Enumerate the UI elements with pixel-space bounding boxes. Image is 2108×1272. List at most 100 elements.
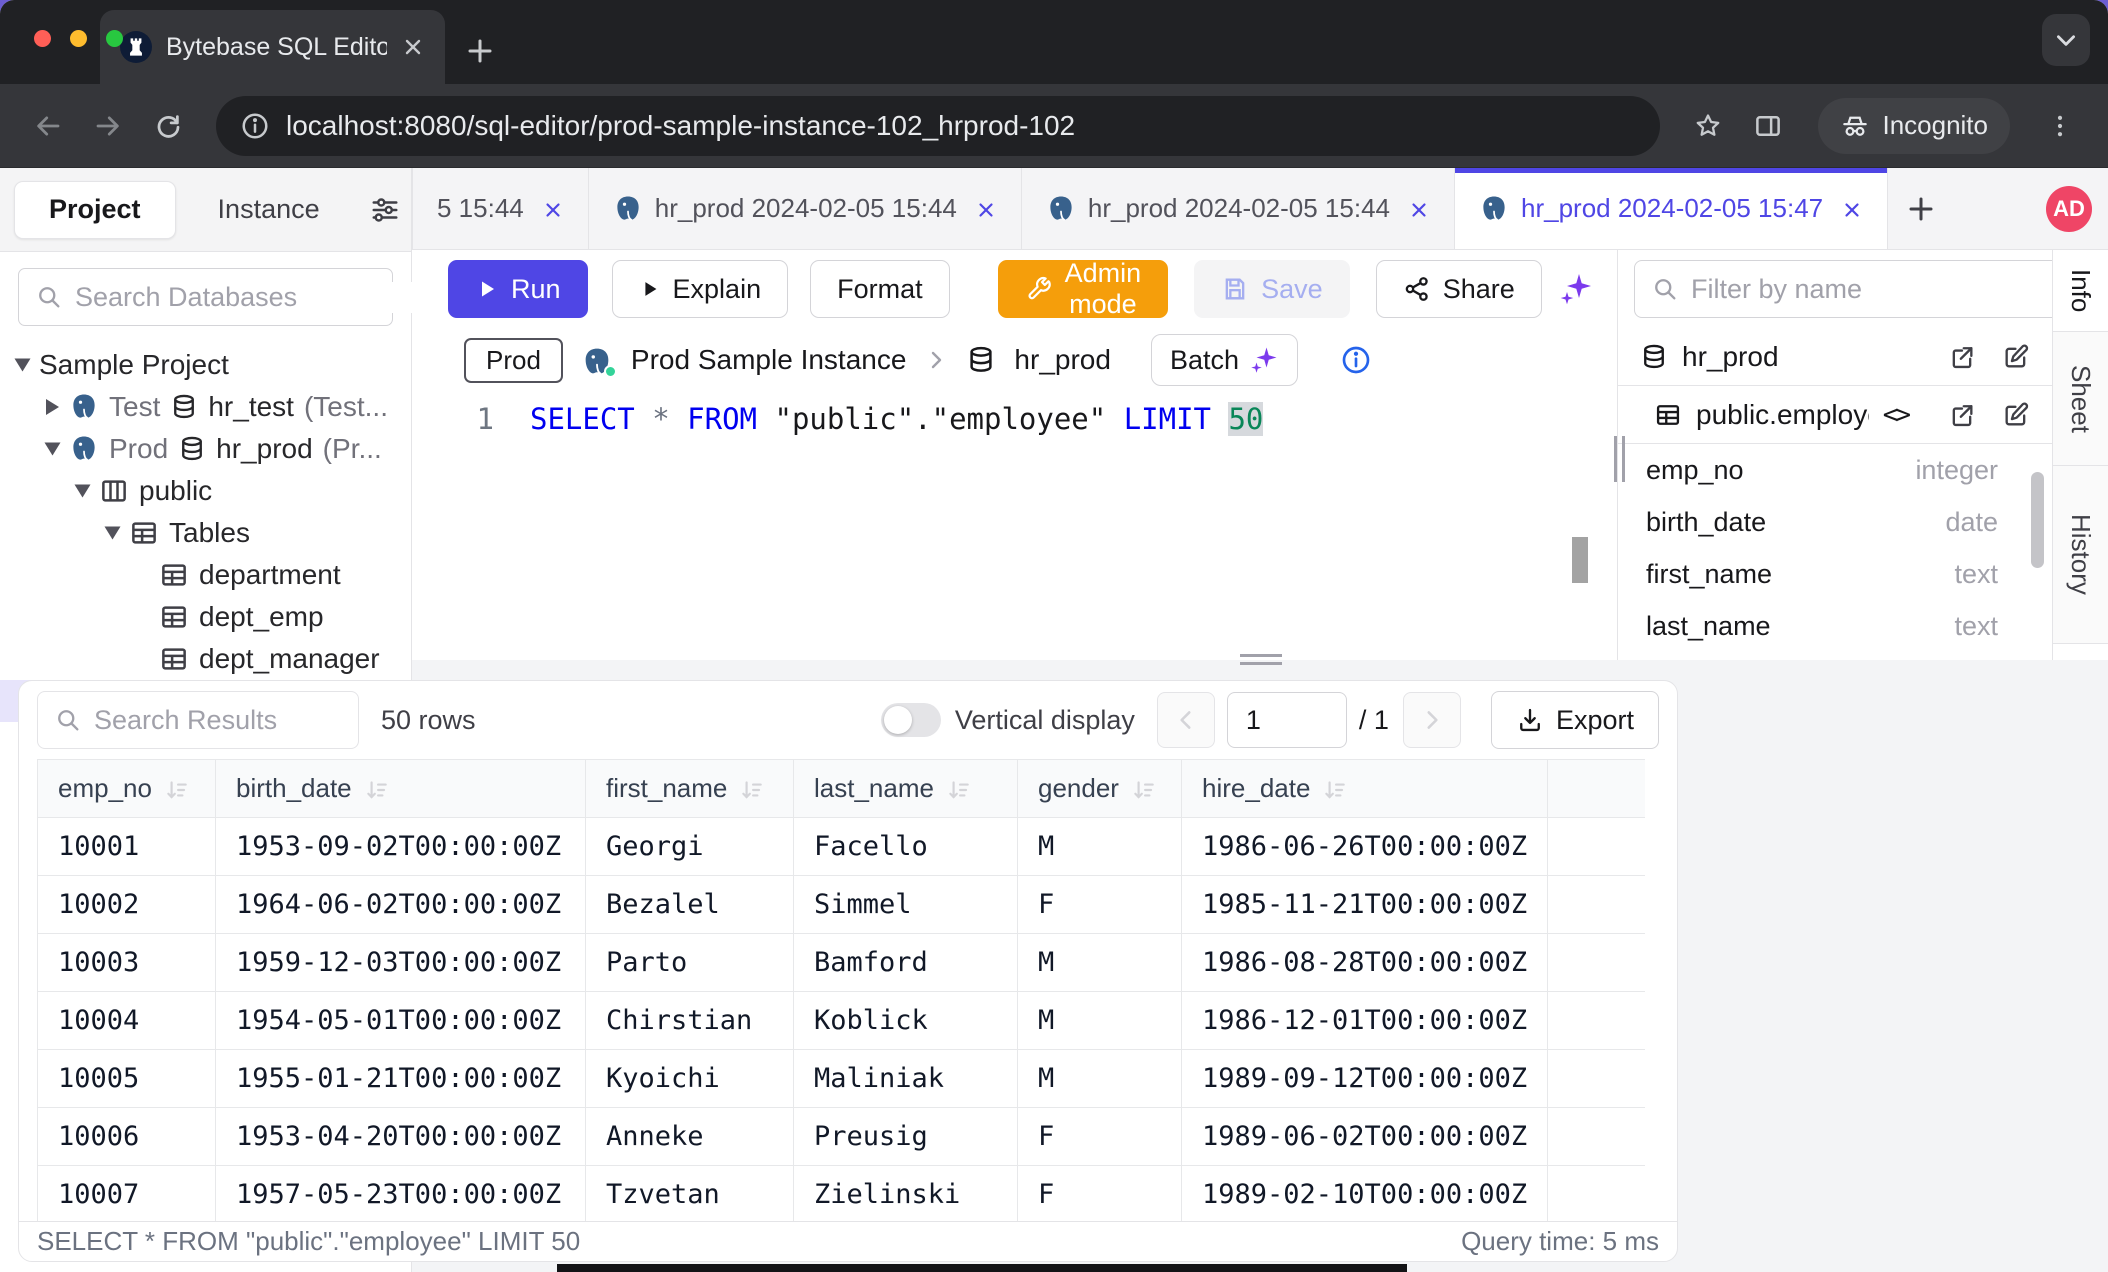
vertical-display-toggle[interactable] (881, 703, 941, 737)
edit-icon[interactable] (2002, 343, 2030, 371)
database-name[interactable]: hr_prod (1014, 344, 1111, 376)
table-cell[interactable]: 10002 (38, 876, 216, 934)
schema-filter[interactable] (1634, 260, 2052, 318)
close-tab-icon[interactable] (1408, 193, 1430, 224)
table-cell[interactable]: Kyoichi (586, 1050, 794, 1108)
panel-table-row[interactable]: public.employee <> (1618, 386, 2052, 444)
table-cell[interactable]: 10007 (38, 1166, 216, 1222)
prev-page-button[interactable] (1157, 692, 1215, 748)
table-cell[interactable]: 10004 (38, 992, 216, 1050)
column-header-emp_no[interactable]: emp_no (38, 760, 216, 818)
export-button[interactable]: Export (1491, 691, 1659, 749)
table-cell[interactable]: 10003 (38, 934, 216, 992)
table-cell[interactable]: Zielinski (794, 1166, 1018, 1222)
column-header-gender[interactable]: gender (1018, 760, 1182, 818)
column-header-last_name[interactable]: last_name (794, 760, 1018, 818)
table-cell[interactable]: Maliniak (794, 1050, 1018, 1108)
tree-item-dept_emp[interactable]: dept_emp (0, 596, 411, 638)
side-tab-history[interactable]: History (2053, 466, 2108, 644)
table-cell[interactable]: M (1018, 1050, 1182, 1108)
browser-tab[interactable]: Bytebase SQL Editor (100, 10, 445, 84)
table-cell[interactable]: Bezalel (586, 876, 794, 934)
open-external-icon[interactable] (1948, 343, 1976, 371)
editor-tab-0[interactable]: 5 15:44 (412, 168, 589, 249)
table-cell[interactable]: M (1018, 818, 1182, 876)
table-cell[interactable]: Tzvetan (586, 1166, 794, 1222)
tree-item-department[interactable]: department (0, 554, 411, 596)
minimize-window-button[interactable] (70, 30, 87, 47)
column-row-birth_date[interactable]: birth_datedate (1618, 496, 2052, 548)
column-header-first_name[interactable]: first_name (586, 760, 794, 818)
table-cell[interactable]: 1985-11-21T00:00:00Z (1182, 876, 1548, 934)
table-cell[interactable]: 1954-05-01T00:00:00Z (216, 992, 586, 1050)
tree-item-hr_prod[interactable]: Prodhr_prod(Pr... (0, 428, 411, 470)
table-cell[interactable]: Anneke (586, 1108, 794, 1166)
sql-editor[interactable]: 1SELECT * FROM "public"."employee" LIMIT… (412, 392, 1617, 436)
page-number-input[interactable] (1227, 692, 1347, 748)
table-row[interactable]: 100041954-05-01T00:00:00ZChirstianKoblic… (38, 992, 1646, 1050)
bookmark-star-icon[interactable] (1682, 100, 1734, 152)
table-cell[interactable]: Bamford (794, 934, 1018, 992)
table-cell[interactable]: 1986-08-28T00:00:00Z (1182, 934, 1548, 992)
new-tab-button[interactable] (465, 36, 495, 66)
side-panel-icon[interactable] (1742, 100, 1794, 152)
table-cell[interactable]: 1953-09-02T00:00:00Z (216, 818, 586, 876)
table-cell[interactable]: M (1018, 934, 1182, 992)
database-search[interactable] (18, 268, 393, 326)
browser-menu-icon[interactable] (2034, 100, 2086, 152)
info-icon[interactable] (1340, 344, 1372, 376)
sql-code-line[interactable]: SELECT * FROM "public"."employee" LIMIT … (530, 402, 1263, 436)
open-external-icon[interactable] (1948, 401, 1976, 429)
editor-tab-1[interactable]: hr_prod 2024-02-05 15:44 (589, 168, 1022, 249)
close-tab-icon[interactable] (1841, 193, 1863, 224)
caret-down-icon[interactable] (45, 443, 61, 456)
table-cell[interactable]: 1964-06-02T00:00:00Z (216, 876, 586, 934)
editor-tab-3[interactable]: hr_prod 2024-02-05 15:47 (1455, 168, 1888, 249)
macos-window-controls[interactable] (34, 30, 123, 47)
column-header-birth_date[interactable]: birth_date (216, 760, 586, 818)
ai-assistant-button[interactable] (1558, 271, 1594, 307)
table-cell[interactable]: 1989-06-02T00:00:00Z (1182, 1108, 1548, 1166)
close-tab-icon[interactable] (975, 193, 997, 224)
table-cell[interactable]: 1953-04-20T00:00:00Z (216, 1108, 586, 1166)
save-button[interactable]: Save (1194, 260, 1350, 318)
table-cell[interactable]: Koblick (794, 992, 1018, 1050)
table-cell[interactable]: Georgi (586, 818, 794, 876)
url-text[interactable]: localhost:8080/sql-editor/prod-sample-in… (286, 110, 1075, 142)
next-page-button[interactable] (1403, 692, 1461, 748)
tree-item-Tables[interactable]: Tables (0, 512, 411, 554)
table-row[interactable]: 100061953-04-20T00:00:00ZAnnekePreusigF1… (38, 1108, 1646, 1166)
table-cell[interactable]: 10006 (38, 1108, 216, 1166)
forward-button[interactable] (82, 100, 134, 152)
table-cell[interactable]: Facello (794, 818, 1018, 876)
tree-item-hr_test[interactable]: Testhr_test(Test... (0, 386, 411, 428)
column-row-emp_no[interactable]: emp_nointeger (1618, 444, 2052, 496)
admin-mode-button[interactable]: Admin mode (998, 260, 1169, 318)
new-sheet-button[interactable] (1888, 168, 1954, 249)
table-row[interactable]: 100011953-09-02T00:00:00ZGeorgiFacelloM1… (38, 818, 1646, 876)
table-cell[interactable]: Simmel (794, 876, 1018, 934)
table-cell[interactable]: 1955-01-21T00:00:00Z (216, 1050, 586, 1108)
table-cell[interactable]: 10005 (38, 1050, 216, 1108)
column-row-last_name[interactable]: last_nametext (1618, 600, 2052, 652)
table-row[interactable]: 100051955-01-21T00:00:00ZKyoichiMaliniak… (38, 1050, 1646, 1108)
panel-scrollbar[interactable] (2031, 472, 2044, 568)
panel-resize-handle[interactable] (1614, 436, 1625, 482)
schema-filter-input[interactable] (1691, 274, 2045, 305)
caret-down-icon[interactable] (15, 359, 31, 372)
results-search-input[interactable] (94, 705, 342, 736)
editor-scrollbar[interactable] (1572, 537, 1588, 583)
column-header-hire_date[interactable]: hire_date (1182, 760, 1548, 818)
close-tab-icon[interactable] (401, 35, 425, 59)
table-row[interactable]: 100021964-06-02T00:00:00ZBezalelSimmelF1… (38, 876, 1646, 934)
run-button[interactable]: Run (448, 260, 588, 318)
editor-tab-2[interactable]: hr_prod 2024-02-05 15:44 (1022, 168, 1455, 249)
tree-item-public[interactable]: public (0, 470, 411, 512)
table-cell[interactable]: 1986-06-26T00:00:00Z (1182, 818, 1548, 876)
panel-database-row[interactable]: hr_prod (1618, 328, 2052, 386)
results-resize-handle[interactable] (1240, 654, 1282, 665)
table-cell[interactable]: F (1018, 1166, 1182, 1222)
table-cell[interactable]: Chirstian (586, 992, 794, 1050)
side-tab-info[interactable]: Info (2053, 250, 2108, 332)
table-cell[interactable]: 1989-09-12T00:00:00Z (1182, 1050, 1548, 1108)
